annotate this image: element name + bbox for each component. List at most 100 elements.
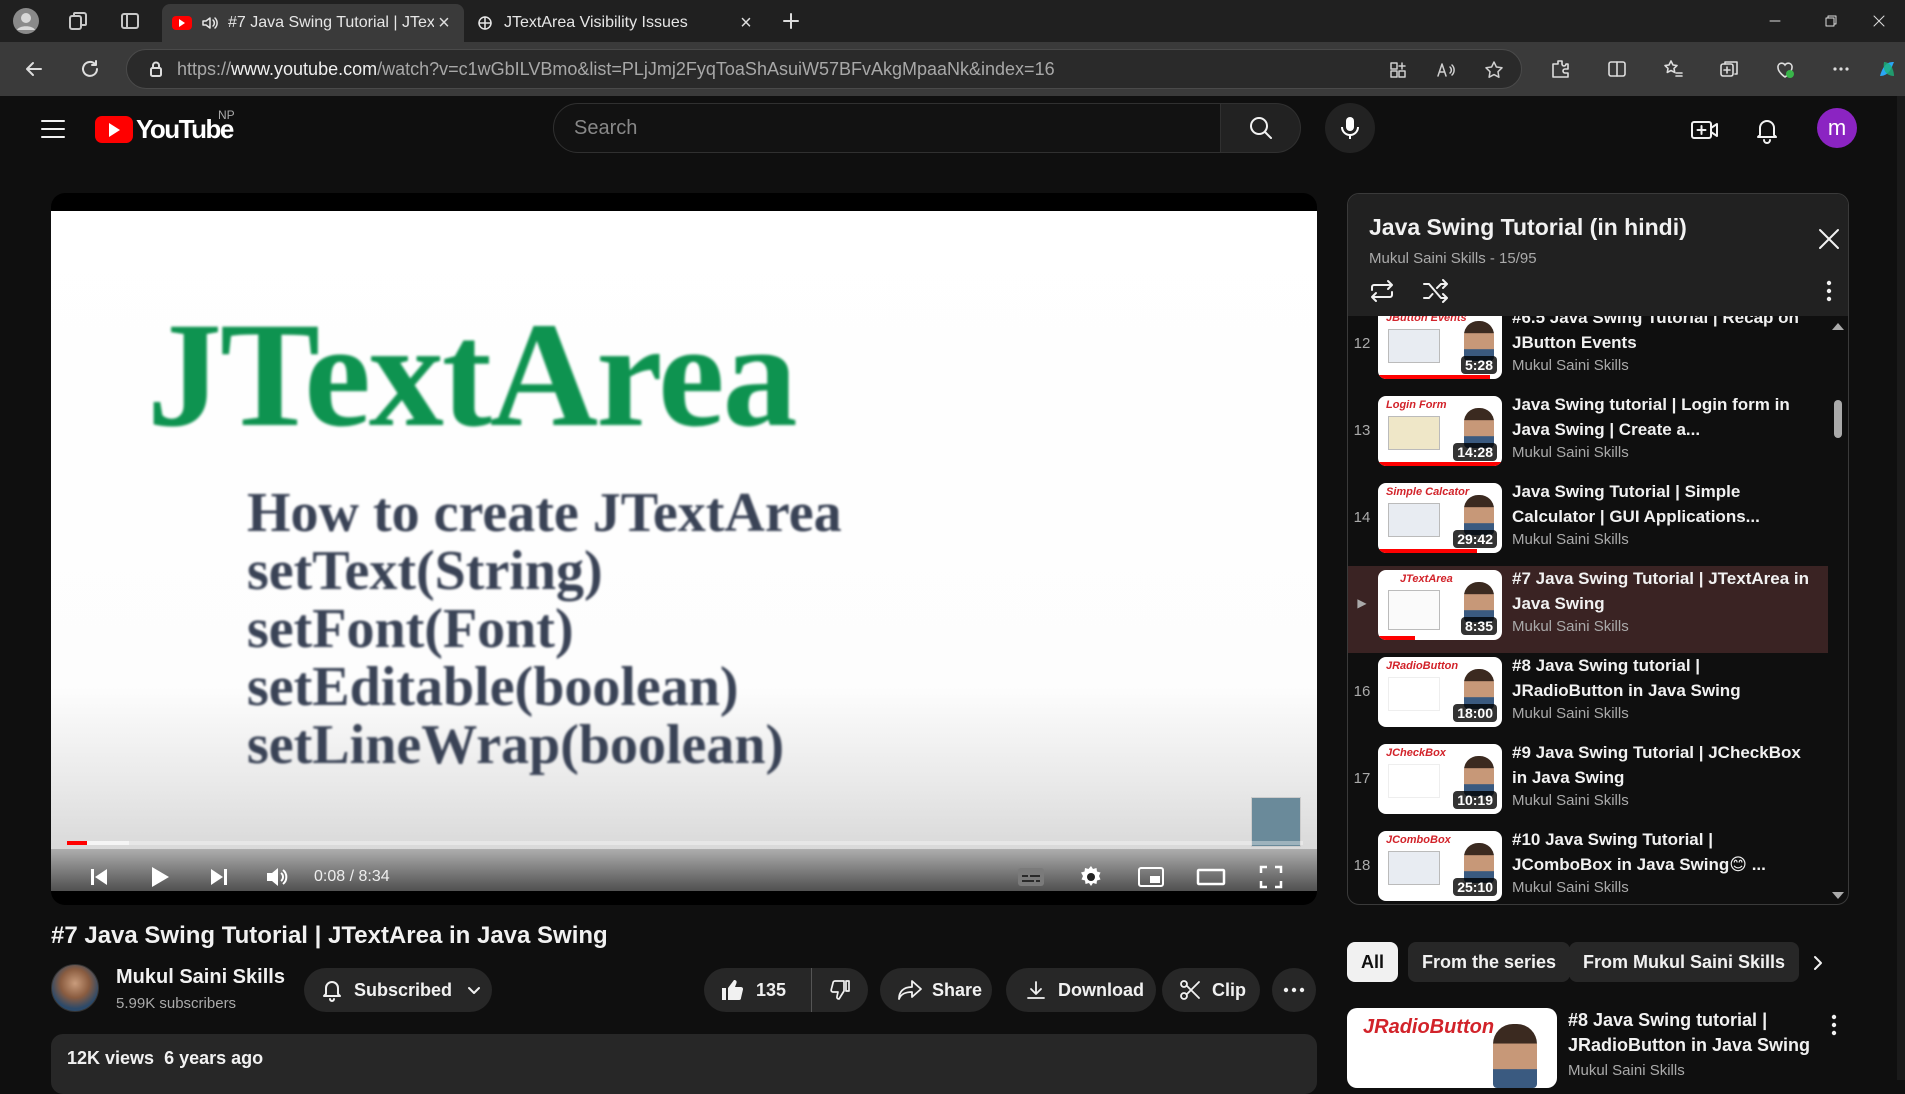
duration-badge: 18:00 [1453,704,1497,722]
tab-jtextarea-issues[interactable]: JTextArea Visibility Issues × [466,4,766,42]
subscribed-button[interactable]: Subscribed [304,968,492,1012]
description-box[interactable]: 12K views 6 years ago [51,1034,1317,1094]
thumbnail-label: JRadioButton [1386,660,1459,672]
recommendation-title[interactable]: #8 Java Swing tutorial | JRadioButton in… [1568,1008,1838,1058]
recommendation-thumbnail[interactable]: JRadioButton [1347,1008,1557,1088]
playlist-items: 12 JButton Events 5:28 #6.5 Java Swing T… [1348,316,1828,904]
duration-badge: 8:35 [1460,617,1497,635]
youtube-logo[interactable]: YouTube NP [95,108,235,145]
channel-avatar[interactable] [51,964,99,1012]
playlist-item[interactable]: 17 JCheckBox 10:19 #9 Java Swing Tutoria… [1348,740,1828,827]
favorite-star-icon[interactable] [1481,57,1507,83]
view-count: 12K views [67,1048,155,1068]
previous-icon[interactable] [79,859,119,895]
playlist-thumbnail: JTextArea 8:35 [1378,570,1502,640]
tab-youtube[interactable]: #7 Java Swing Tutorial | JTextArea in Ja… [162,4,464,42]
minimize-icon[interactable] [1752,8,1798,34]
account-avatar[interactable]: m [1817,108,1857,148]
close-playlist-icon[interactable] [1814,224,1844,254]
shuffle-icon[interactable] [1420,276,1452,306]
progress-bar[interactable] [67,841,1303,845]
workspaces-icon[interactable] [62,6,94,36]
next-icon[interactable] [199,859,239,895]
page-scrollbar[interactable] [1897,96,1905,1080]
favorites-icon[interactable] [1658,54,1688,84]
vertical-tabs-icon[interactable] [114,6,146,36]
video-player[interactable]: JTextArea How to create JTextArea setTex… [51,193,1317,905]
notifications-bell-icon[interactable] [1749,112,1785,148]
presenter-webcam [1251,797,1301,847]
collections-icon[interactable] [1714,54,1744,84]
chevron-right-icon[interactable] [1800,946,1836,980]
copilot-icon[interactable] [1872,54,1902,84]
close-tab-icon[interactable]: × [736,12,756,35]
playlist-thumbnail: JCheckBox 10:19 [1378,744,1502,814]
close-tab-icon[interactable]: × [434,12,454,35]
chip-all[interactable]: All [1347,942,1399,982]
watched-progress [1378,549,1478,553]
thumbnail-face [1464,582,1494,622]
playlist-scrollbar[interactable] [1828,316,1848,904]
thumbnail-label: Simple Calcator [1386,486,1470,498]
tab-title: #7 Java Swing Tutorial | JTextArea in Ja… [228,14,434,31]
url-path: /watch?v=c1wGbILVBmo&list=PLjJmj2FyqToaS… [377,58,1055,79]
recommendation-more-icon[interactable] [1822,1012,1846,1038]
playlist-item[interactable]: 14 Simple Calcator 29:42 Java Swing Tuto… [1348,479,1828,566]
playlist-item[interactable]: 18 JComboBox 25:10 #10 Java Swing Tutori… [1348,827,1828,904]
video-frame[interactable]: JTextArea How to create JTextArea setTex… [51,211,1317,891]
split-screen-icon[interactable] [1602,54,1632,84]
playlist-more-icon[interactable] [1814,276,1844,306]
share-button[interactable]: Share [880,968,992,1012]
reload-icon[interactable] [72,52,108,86]
voice-search-button[interactable] [1325,103,1375,153]
slide-line: How to create JTextArea [247,482,842,544]
playlist-item-current[interactable]: ▶ JTextArea 8:35 #7 Java Swing Tutorial … [1348,566,1828,653]
fullscreen-icon[interactable] [1251,859,1291,895]
video-title: #7 Java Swing Tutorial | JTextArea in Ja… [51,922,608,949]
speaker-icon[interactable] [200,13,220,33]
recommendation-channel[interactable]: Mukul Saini Skills [1568,1062,1685,1079]
extensions-icon[interactable] [1545,54,1575,84]
thumbnail-face [1464,756,1494,796]
app-available-icon[interactable] [1385,57,1411,83]
playlist-index: 12 [1353,335,1371,352]
search-input[interactable]: Search [553,103,1221,153]
read-aloud-icon[interactable] [1433,57,1459,83]
browser-essentials-icon[interactable] [1770,54,1800,84]
new-tab-icon[interactable] [776,6,806,36]
settings-gear-icon[interactable] [1071,859,1111,895]
search-button[interactable] [1221,103,1301,153]
slide-line: setText(String) [247,540,603,602]
playlist-item[interactable]: 16 JRadioButton 18:00 #8 Java Swing tuto… [1348,653,1828,740]
download-button[interactable]: Download [1006,968,1156,1012]
player-controls: 0:08 / 8:34 [51,849,1317,905]
menu-icon[interactable] [35,114,71,144]
more-menu-icon[interactable] [1826,54,1856,84]
chip-from-channel[interactable]: From Mukul Saini Skills [1569,942,1800,982]
thumbnail-label: JCheckBox [1386,747,1446,759]
back-icon[interactable] [16,52,52,86]
restore-icon[interactable] [1808,8,1854,34]
playlist-thumbnail: JComboBox 25:10 [1378,831,1502,901]
volume-icon[interactable] [257,859,297,895]
create-video-icon[interactable] [1687,112,1723,148]
profile-icon[interactable] [10,6,42,36]
close-window-icon[interactable] [1856,8,1902,34]
playlist-title[interactable]: Java Swing Tutorial (in hindi) [1369,214,1687,241]
playlist-item[interactable]: 12 JButton Events 5:28 #6.5 Java Swing T… [1348,316,1828,392]
subtitles-icon[interactable] [1011,859,1051,895]
clip-button[interactable]: Clip [1162,968,1260,1012]
more-actions-button[interactable] [1272,968,1316,1012]
duration-badge: 10:19 [1453,791,1497,809]
playlist-item[interactable]: 13 Login Form 14:28 Java Swing tutorial … [1348,392,1828,479]
address-bar[interactable]: https://www.youtube.com/watch?v=c1wGbILV… [126,49,1522,89]
lock-icon[interactable] [147,60,165,78]
dislike-button[interactable] [812,968,868,1012]
channel-name[interactable]: Mukul Saini Skills [116,966,285,989]
miniplayer-icon[interactable] [1131,859,1171,895]
like-button[interactable]: 135 [704,968,812,1012]
loop-icon[interactable] [1366,276,1398,306]
chip-from-series[interactable]: From the series [1408,942,1571,982]
play-icon[interactable] [139,859,179,895]
theater-mode-icon[interactable] [1191,859,1231,895]
